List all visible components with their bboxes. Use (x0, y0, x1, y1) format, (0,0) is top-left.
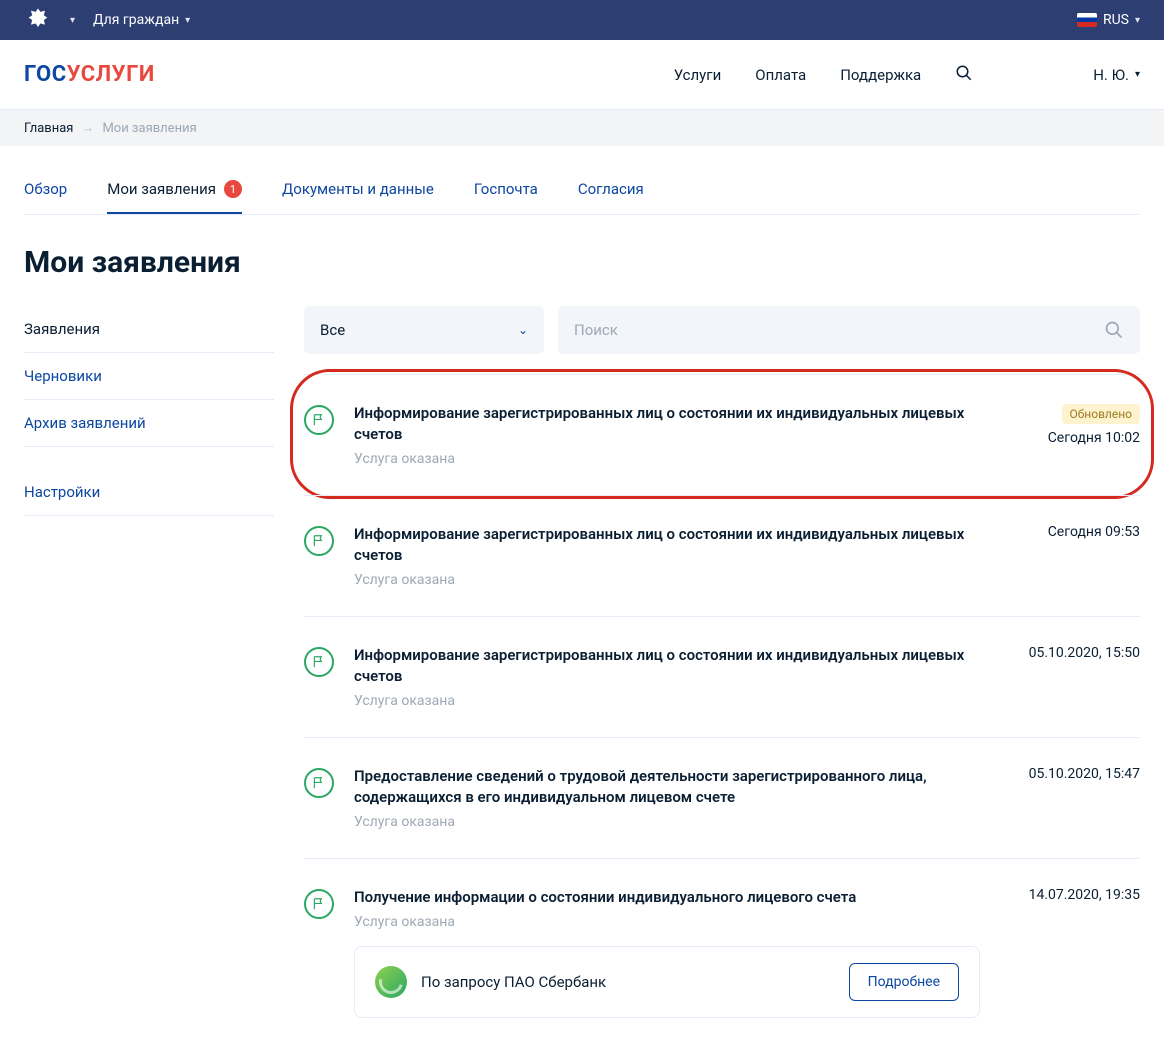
application-card[interactable]: Информирование зарегистрированных лиц о … (304, 495, 1140, 616)
application-time: Сегодня 09:53 (1000, 524, 1140, 540)
audience-dropdown[interactable]: Для граждан ▾ (93, 12, 190, 28)
breadcrumb-current: Мои заявления (102, 121, 196, 136)
application-time: Сегодня 10:02 (1000, 430, 1140, 446)
application-status: Услуга оказана (354, 451, 980, 467)
page-title: Мои заявления (24, 245, 1140, 280)
request-text: По запросу ПАО Сбербанк (421, 973, 606, 991)
arrow-right-icon: → (81, 120, 94, 136)
tab-badge: 1 (224, 180, 242, 198)
tab-applications[interactable]: Мои заявления 1 (107, 166, 242, 214)
tab-consent[interactable]: Согласия (578, 166, 644, 214)
tab-overview[interactable]: Обзор (24, 166, 67, 214)
application-status: Услуга оказана (354, 914, 980, 930)
emblem-dropdown[interactable]: ▾ (70, 15, 75, 26)
nav-payment[interactable]: Оплата (755, 66, 806, 84)
flag-icon (304, 889, 334, 919)
search-input[interactable] (574, 321, 1104, 339)
breadcrumb: Главная → Мои заявления (0, 110, 1164, 146)
sberbank-icon (375, 966, 407, 998)
tab-documents[interactable]: Документы и данные (282, 166, 434, 214)
application-title: Получение информации о состоянии индивид… (354, 887, 980, 908)
logo[interactable]: ГОСУСЛУГИ (24, 62, 155, 87)
application-card[interactable]: Получение информации о состоянии индивид… (304, 858, 1140, 1046)
application-title: Информирование зарегистрированных лиц о … (354, 524, 980, 566)
application-status: Услуга оказана (354, 693, 980, 709)
search-icon[interactable] (955, 64, 973, 86)
application-title: Информирование зарегистрированных лиц о … (354, 645, 980, 687)
language-dropdown[interactable]: RUS ▾ (1077, 12, 1140, 28)
user-menu[interactable]: Н. Ю. ▾ (1093, 66, 1140, 84)
updated-badge: Обновлено (1062, 404, 1140, 424)
filter-select[interactable]: Все ⌄ (304, 306, 544, 354)
flag-icon (304, 768, 334, 798)
application-status: Услуга оказана (354, 814, 980, 830)
flag-icon (304, 647, 334, 677)
request-box: По запросу ПАО Сбербанк Подробнее (354, 946, 980, 1018)
tab-mail[interactable]: Госпочта (474, 166, 538, 214)
chevron-down-icon: ▾ (185, 15, 190, 26)
language-label: RUS (1103, 12, 1129, 28)
flag-icon (304, 526, 334, 556)
sidebar-item-archive[interactable]: Архив заявлений (24, 400, 274, 447)
search-field[interactable] (558, 306, 1140, 354)
application-card[interactable]: Предоставление сведений о трудовой деяте… (304, 737, 1140, 858)
sidebar-item-applications[interactable]: Заявления (24, 306, 274, 353)
audience-label: Для граждан (93, 12, 179, 28)
applications-list: Информирование зарегистрированных лиц о … (304, 374, 1140, 1046)
nav-support[interactable]: Поддержка (840, 66, 921, 84)
application-title: Информирование зарегистрированных лиц о … (354, 403, 980, 445)
emblem-icon (24, 6, 52, 34)
chevron-down-icon: ⌄ (518, 323, 528, 337)
breadcrumb-home[interactable]: Главная (24, 121, 73, 136)
tabs: Обзор Мои заявления 1 Документы и данные… (24, 166, 1140, 215)
filter-select-label: Все (320, 321, 345, 339)
flag-ru-icon (1077, 13, 1097, 27)
application-status: Услуга оказана (354, 572, 980, 588)
topbar: ▾ Для граждан ▾ RUS ▾ (0, 0, 1164, 40)
search-icon (1104, 320, 1124, 340)
chevron-down-icon: ▾ (70, 15, 75, 26)
more-button[interactable]: Подробнее (849, 963, 959, 1001)
caret-down-icon: ▾ (1135, 69, 1140, 80)
nav-services[interactable]: Услуги (674, 66, 722, 84)
flag-icon (304, 405, 334, 435)
application-card[interactable]: Информирование зарегистрированных лиц о … (304, 374, 1140, 495)
header: ГОСУСЛУГИ Услуги Оплата Поддержка Н. Ю. … (0, 40, 1164, 110)
application-card[interactable]: Информирование зарегистрированных лиц о … (304, 616, 1140, 737)
application-title: Предоставление сведений о трудовой деяте… (354, 766, 980, 808)
sidebar-item-drafts[interactable]: Черновики (24, 353, 274, 400)
sidebar-item-settings[interactable]: Настройки (24, 469, 274, 516)
application-time: 05.10.2020, 15:50 (1000, 645, 1140, 661)
sidebar: Заявления Черновики Архив заявлений Наст… (24, 306, 274, 516)
user-short: Н. Ю. (1093, 66, 1129, 84)
application-time: 05.10.2020, 15:47 (1000, 766, 1140, 782)
chevron-down-icon: ▾ (1135, 15, 1140, 26)
application-time: 14.07.2020, 19:35 (1000, 887, 1140, 903)
